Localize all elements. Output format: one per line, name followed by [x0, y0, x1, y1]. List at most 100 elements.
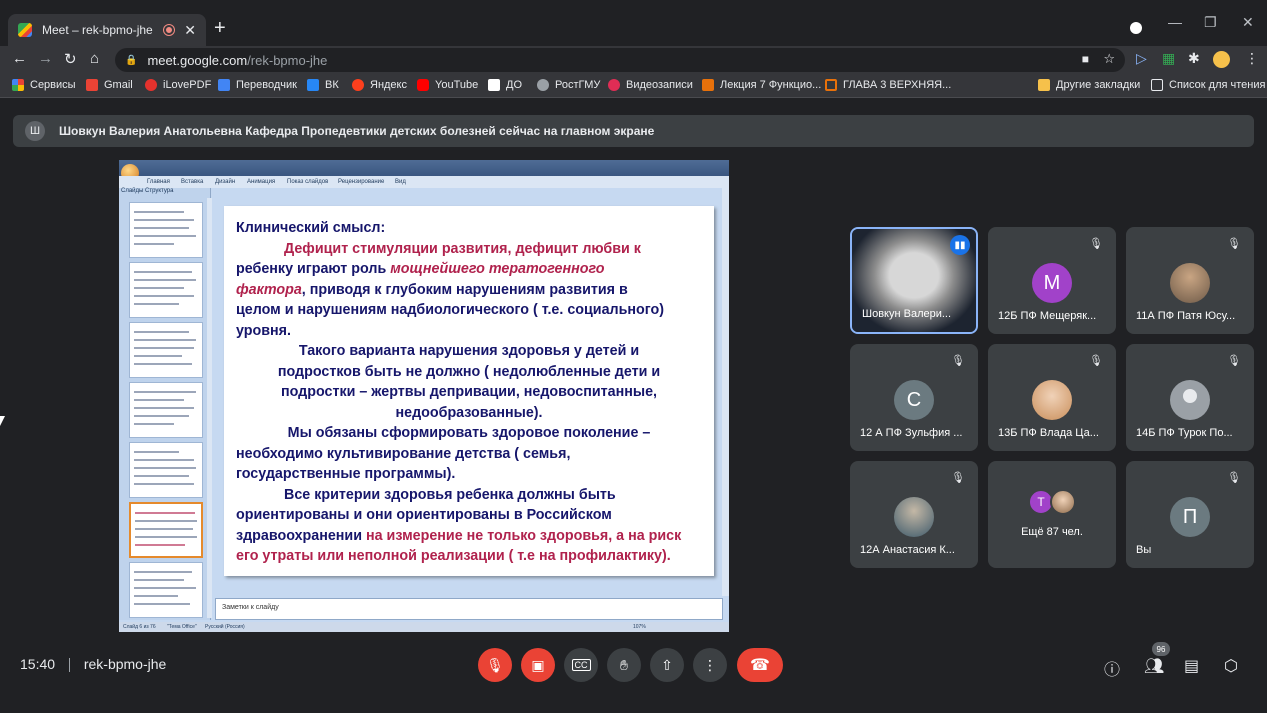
participant-avatar — [1050, 489, 1076, 515]
present-screen-button[interactable]: ⇧ — [650, 648, 684, 682]
chat-icon[interactable]: ▤ — [1184, 656, 1199, 676]
gmail-icon — [86, 79, 98, 91]
raise-hand-button[interactable]: ✋︎ — [607, 648, 641, 682]
browser-tab-bar: Meet – rek-bpmo-jhe ✕ + — ❐ ✕ — [0, 0, 1267, 46]
captions-icon: CC — [571, 659, 591, 671]
shared-screen: Главная Вставка Дизайн Анимация Показ сл… — [119, 160, 729, 632]
reload-icon[interactable]: ↻ — [64, 50, 77, 68]
bookmark-translator[interactable]: Переводчик — [218, 79, 297, 91]
mic-off-icon: 🎙︎ — [486, 656, 504, 673]
bookmark-other[interactable]: Другие закладки — [1038, 79, 1140, 91]
slide-thumbnail — [129, 442, 203, 498]
more-participants-label: Ещё 87 чел. — [1021, 526, 1083, 538]
participant-tile[interactable]: 🎙︎ 11А ПФ Патя Юсу... — [1126, 227, 1254, 334]
home-icon[interactable]: ⌂ — [90, 50, 99, 67]
participant-tile[interactable]: 🎙︎ 13Б ПФ Влада Ца... — [988, 344, 1116, 451]
extensions-puzzle-icon[interactable]: ✱ — [1188, 50, 1200, 67]
mic-toggle-button[interactable]: 🎙︎ — [478, 648, 512, 682]
browser-tab-meet[interactable]: Meet – rek-bpmo-jhe ✕ — [8, 14, 206, 46]
participant-tile[interactable]: 🎙︎ 14Б ПФ Турок По... — [1126, 344, 1254, 451]
activities-icon[interactable]: ⬡ — [1224, 656, 1238, 676]
url-path: /rek-bpmo-jhe — [247, 52, 328, 68]
people-icon[interactable]: 👥︎ — [1144, 656, 1164, 676]
browser-menu-icon[interactable]: ⋮ — [1245, 50, 1259, 67]
ilovepdf-icon — [145, 79, 157, 91]
ribbon-tab-design: Дизайн — [215, 179, 236, 185]
bookmark-videos[interactable]: Видеозаписи — [608, 79, 693, 91]
participant-name: Шовкун Валери... — [862, 308, 952, 320]
participant-name: 11А ПФ Патя Юсу... — [1136, 310, 1236, 322]
slide-thumbnail — [129, 382, 203, 438]
end-call-button[interactable]: ☎︎ — [737, 648, 783, 682]
mouse-cursor-icon — [0, 416, 5, 426]
profile-dropdown-icon[interactable] — [1130, 22, 1142, 34]
powerpoint-statusbar: Слайд 6 из 76 "Тема Office" Русский (Рос… — [119, 622, 729, 632]
participant-avatar — [1032, 380, 1072, 420]
forward-icon[interactable]: → — [38, 50, 53, 67]
slide-line: Мы обязаны сформировать здоровое поколен… — [287, 425, 651, 441]
extension-play-icon[interactable]: ▷ — [1136, 50, 1147, 67]
divider — [68, 658, 70, 673]
address-bar[interactable]: 🔒 meet.google.com/rek-bpmo-jhe ■ ☆ — [115, 48, 1125, 72]
translator-icon — [218, 79, 230, 91]
lock-icon: 🔒 — [125, 54, 138, 66]
participant-avatar: M — [1032, 263, 1072, 303]
video-records-icon — [608, 79, 620, 91]
powerpoint-ribbon: Главная Вставка Дизайн Анимация Показ сл… — [119, 176, 729, 188]
participant-tile-more[interactable]: T Ещё 87 чел. — [988, 461, 1116, 568]
meeting-code: rek-bpmo-jhe — [83, 656, 167, 672]
camera-toggle-button[interactable]: ▣ — [521, 648, 555, 682]
bookmark-rostgmu[interactable]: РостГМУ — [537, 79, 600, 91]
meeting-time: 15:40 — [20, 656, 56, 672]
reading-list[interactable]: Список для чтения — [1151, 79, 1265, 91]
camera-blocked-icon[interactable]: ■ — [1082, 52, 1089, 66]
thumbnail-scrollbar — [207, 198, 212, 618]
bookmark-do[interactable]: ДО — [488, 79, 522, 91]
back-icon[interactable]: ← — [12, 50, 27, 67]
mic-off-icon: 🎙︎ — [1227, 238, 1241, 250]
participants-count-badge: 96 — [1152, 642, 1170, 656]
recording-indicator-icon — [164, 25, 175, 35]
participant-tile-presenter[interactable]: ▮▮ Шовкун Валери... — [850, 227, 978, 334]
extension-translate-icon[interactable]: ▦ — [1162, 50, 1175, 67]
slide-thumbnail — [129, 322, 203, 378]
presenter-banner: Ш Шовкун Валерия Анатольевна Кафедра Про… — [13, 115, 1254, 147]
captions-button[interactable]: CC — [564, 648, 598, 682]
bookmark-gmail[interactable]: Gmail — [86, 79, 133, 91]
more-options-button[interactable]: ⋮ — [693, 648, 727, 682]
status-zoom: 107% — [633, 624, 646, 630]
maximize-icon[interactable]: ❐ — [1204, 14, 1217, 31]
slide-thumbnail — [129, 562, 203, 618]
presenter-avatar: Ш — [25, 121, 45, 141]
bookmark-star-icon[interactable]: ☆ — [1103, 51, 1115, 67]
ribbon-tab-home: Главная — [147, 179, 170, 185]
close-window-icon[interactable]: ✕ — [1242, 14, 1254, 31]
hand-icon: ✋︎ — [620, 656, 628, 673]
slide-line: его утраты или неполной реализации ( т.е… — [236, 548, 671, 564]
participant-tile-self[interactable]: 🎙︎ П Вы — [1126, 461, 1254, 568]
bookmark-yandex[interactable]: Яндекс — [352, 79, 407, 91]
bookmark-services[interactable]: Сервисы — [12, 79, 76, 91]
bookmark-ilovepdf[interactable]: iLovePDF — [145, 79, 211, 91]
participant-tile[interactable]: 🎙︎ M 12Б ПФ Мещеряк... — [988, 227, 1116, 334]
lecture-icon — [702, 79, 714, 91]
new-tab-button[interactable]: + — [214, 17, 226, 40]
bookmark-lecture7[interactable]: Лекция 7 Функцио... — [702, 79, 821, 91]
slide-scrollbar — [722, 188, 729, 596]
bookmark-youtube[interactable]: YouTube — [417, 79, 478, 91]
bookmark-chapter3[interactable]: ГЛАВА 3 ВЕРХНЯЯ... — [825, 79, 951, 91]
slide-thumbnail — [129, 262, 203, 318]
slide-line: подростков быть не должно ( недолюбленны… — [277, 363, 661, 380]
participant-tile[interactable]: 🎙︎ 12А Анастасия К... — [850, 461, 978, 568]
bookmark-vk[interactable]: ВК — [307, 79, 339, 91]
more-vert-icon: ⋮ — [703, 656, 717, 673]
participant-tile[interactable]: 🎙︎ C 12 А ПФ Зульфия ... — [850, 344, 978, 451]
profile-avatar-icon[interactable] — [1213, 51, 1230, 68]
meeting-info: 15:40 rek-bpmo-jhe — [20, 656, 167, 673]
minimize-icon[interactable]: — — [1168, 14, 1182, 30]
slide-line: Все критерии здоровья ребенка должны быт… — [284, 486, 616, 503]
slide-line: Дефицит стимуляции развития, дефицит люб… — [284, 240, 641, 257]
close-tab-icon[interactable]: ✕ — [184, 22, 196, 39]
slide-line: ориентированы и они ориентированы в Росс… — [236, 507, 612, 523]
meeting-details-icon[interactable]: ⓘ — [1104, 656, 1120, 680]
